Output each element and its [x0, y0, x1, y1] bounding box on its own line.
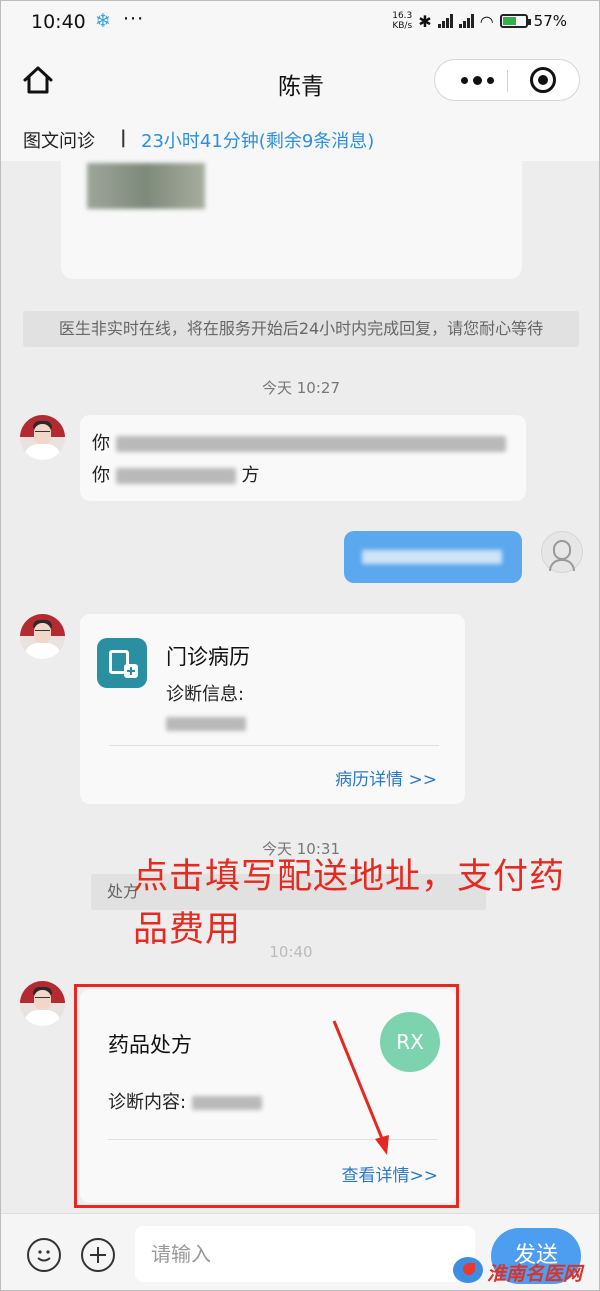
- status-bar: 10:40 ❄ ··· 16.3 KB/s ✱ ◠ 57%: [1, 1, 599, 45]
- phone-screen: 10:40 ❄ ··· 16.3 KB/s ✱ ◠ 57% 陈青 图文问诊 | …: [0, 0, 600, 1291]
- close-miniprogram-icon[interactable]: [530, 67, 556, 93]
- wifi-icon: ◠: [479, 11, 494, 31]
- battery-icon: [499, 14, 531, 28]
- capsule-divider: [507, 70, 508, 92]
- nav-bar: 陈青: [1, 45, 599, 115]
- site-watermark: 淮南名医网: [449, 1255, 599, 1287]
- signal-icon: [437, 14, 453, 28]
- message-input[interactable]: [149, 1241, 453, 1267]
- network-speed-unit: KB/s: [392, 21, 413, 31]
- battery-percent: 57%: [533, 12, 567, 30]
- network-speed: 16.3 KB/s: [392, 11, 412, 31]
- watermark-logo-icon: [453, 1257, 483, 1283]
- more-notifications-icon: ···: [123, 8, 145, 30]
- consult-separator: |: [120, 127, 127, 148]
- chat-area[interactable]: 医生非实时在线，将在服务开始后24小时内完成回复，请您耐心等待 今天 10:27…: [1, 161, 599, 1213]
- message-input-box[interactable]: [135, 1226, 475, 1282]
- remaining-time: 23小时41分钟(剩余9条消息): [141, 131, 375, 152]
- consult-info-bar: 图文问诊 | 23小时41分钟(剩余9条消息): [1, 115, 599, 161]
- bluetooth-icon: ✱: [418, 11, 432, 31]
- status-right: 16.3 KB/s ✱ ◠ 57%: [392, 11, 567, 31]
- network-speed-value: 16.3: [392, 11, 413, 21]
- consult-type: 图文问诊: [23, 131, 95, 152]
- menu-capsule: [434, 59, 580, 101]
- app-notification-icon: ❄: [95, 10, 111, 32]
- signal-icon-2: [458, 14, 474, 28]
- add-attachment-icon[interactable]: [81, 1238, 115, 1272]
- more-options-icon[interactable]: [455, 68, 499, 92]
- status-time: 10:40: [31, 11, 86, 33]
- watermark-text: 淮南名医网: [487, 1263, 583, 1285]
- emoji-icon[interactable]: [27, 1238, 61, 1272]
- annotation-arrow-icon: [332, 1020, 389, 1155]
